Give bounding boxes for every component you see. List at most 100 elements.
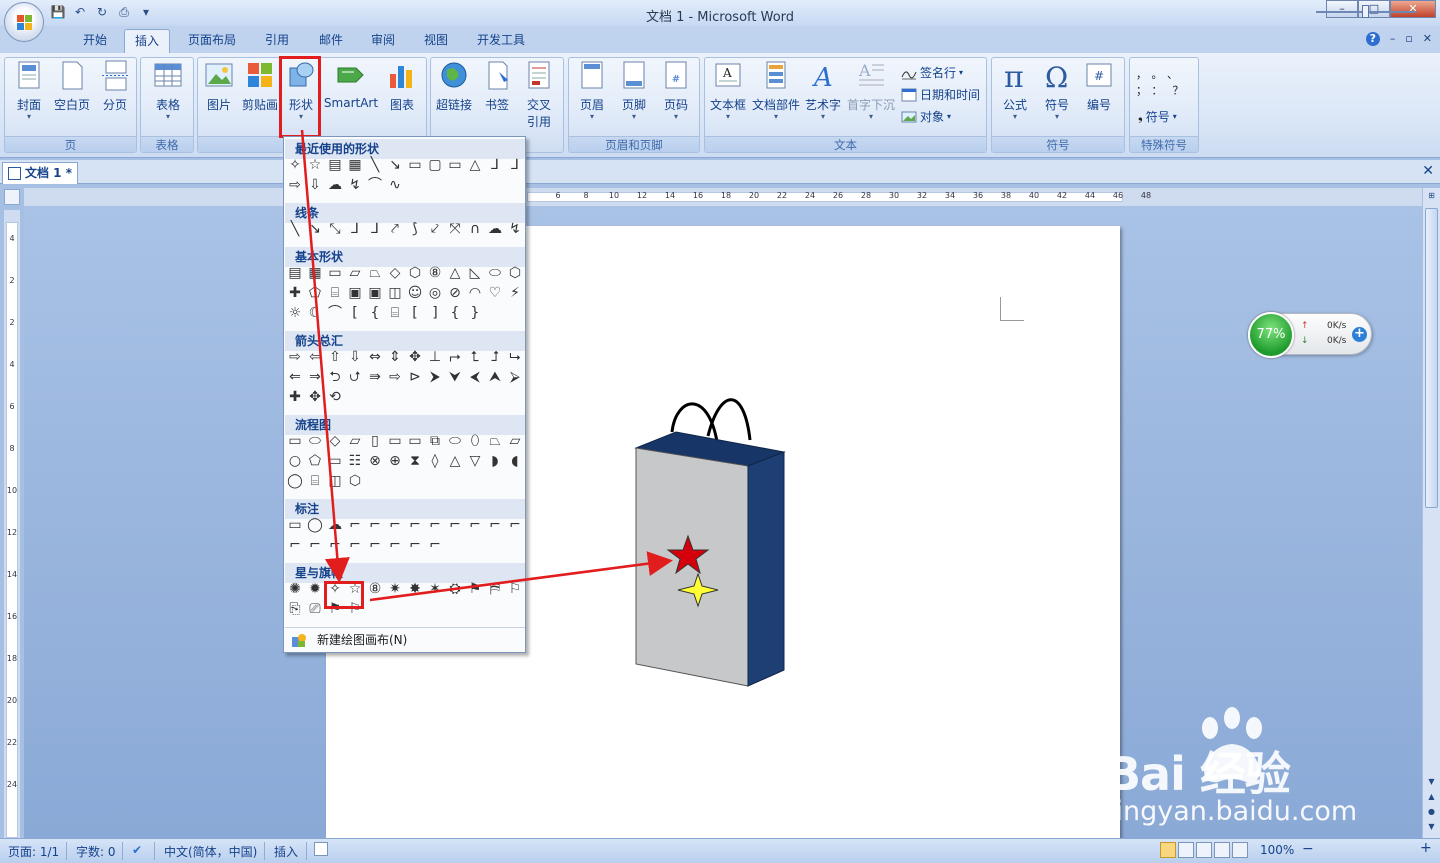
tab-page-layout[interactable]: 页面布局	[180, 29, 244, 53]
shape-option[interactable]: ▦	[346, 156, 364, 174]
shape-option[interactable]: ⌐	[426, 536, 444, 554]
shape-option[interactable]: ⌐	[306, 536, 324, 554]
shape-option[interactable]: ◫	[326, 472, 344, 490]
shape-option[interactable]: ▯	[366, 432, 384, 450]
shape-option[interactable]: ⌐	[406, 516, 424, 534]
shape-option[interactable]: }	[466, 304, 484, 322]
shopping-bag-drawing[interactable]	[626, 396, 796, 696]
shape-option[interactable]: ☁	[486, 220, 504, 238]
shape-option[interactable]: ◯	[306, 516, 324, 534]
shape-option[interactable]: ⑧	[426, 264, 444, 282]
shape-option[interactable]: ◖	[506, 452, 524, 470]
word-count[interactable]: 字数: 0	[76, 843, 116, 860]
blank-page-button[interactable]: 空白页	[51, 60, 93, 113]
shape-option[interactable]: [	[406, 304, 424, 322]
shape-option[interactable]: ✸	[406, 580, 424, 598]
header-button[interactable]: 页眉 ▾	[571, 60, 613, 121]
shape-option[interactable]: ▭	[406, 432, 424, 450]
bookmark-button[interactable]: 书签	[477, 60, 517, 113]
scroll-down-icon[interactable]: ▼	[1425, 776, 1438, 789]
shape-option[interactable]: ☁	[326, 516, 344, 534]
shape-option[interactable]: ▭	[326, 452, 344, 470]
shape-option[interactable]: ⌐	[486, 516, 504, 534]
shape-option[interactable]: ▤	[286, 264, 304, 282]
zoom-out-button[interactable]: −	[1302, 841, 1314, 857]
shape-option[interactable]: ▢	[426, 156, 444, 174]
shape-option[interactable]: ⌐	[426, 516, 444, 534]
shape-option[interactable]: ⊥	[426, 348, 444, 366]
shape-option[interactable]: ⇛	[366, 368, 384, 386]
shape-option[interactable]: ⛭	[446, 580, 464, 598]
shape-option[interactable]: ⬭	[306, 432, 324, 450]
shape-option[interactable]: ⇦	[306, 348, 324, 366]
shape-option[interactable]: ⌐	[326, 536, 344, 554]
shape-option[interactable]: {	[366, 304, 384, 322]
language-indicator[interactable]: 中文(简体，中国)	[164, 843, 257, 860]
shape-option[interactable]: ⬭	[486, 264, 504, 282]
tab-selector[interactable]	[4, 189, 20, 205]
shape-option[interactable]: ⚑	[466, 580, 484, 598]
shape-option[interactable]: ⌸	[326, 284, 344, 302]
shape-option[interactable]: ⮍	[346, 368, 364, 386]
insert-mode[interactable]: 插入	[274, 843, 298, 860]
shape-option[interactable]: ⤦	[426, 220, 444, 238]
expand-plus-icon[interactable]: +	[1352, 327, 1367, 342]
close-button[interactable]: ✕	[1390, 0, 1436, 18]
document-tab[interactable]: 文档 1 *	[2, 162, 78, 184]
shape-option[interactable]: ]	[426, 304, 444, 322]
help-icon[interactable]: ?	[1365, 32, 1380, 46]
shape-option[interactable]: ⮌	[326, 368, 344, 386]
shape-option[interactable]: ⊘	[446, 284, 464, 302]
shape-option[interactable]: ⌐	[406, 536, 424, 554]
shape-option[interactable]: ⌐	[386, 536, 404, 554]
shape-option[interactable]: ⮚	[506, 368, 524, 386]
shape-option[interactable]: ⊗	[366, 452, 384, 470]
print-layout-view-icon[interactable]	[1160, 842, 1176, 858]
shape-option[interactable]: ⬠	[306, 284, 324, 302]
zoom-level[interactable]: 100%	[1260, 843, 1294, 857]
shape-option[interactable]: ◇	[326, 432, 344, 450]
shape-option[interactable]: ▭	[446, 156, 464, 174]
shape-option[interactable]: ◇	[386, 264, 404, 282]
new-drawing-canvas-item[interactable]: 新建绘图画布(N)	[285, 627, 525, 651]
picture-button[interactable]: 图片	[200, 60, 238, 113]
tab-insert[interactable]: 插入	[124, 29, 170, 53]
shape-option[interactable]: ⧗	[406, 452, 424, 470]
doc-close-button[interactable]: ✕	[1423, 32, 1432, 46]
proofing-check-icon[interactable]: ✔	[132, 843, 142, 857]
minimize-button[interactable]: –	[1326, 0, 1358, 18]
zoom-slider-thumb[interactable]	[1362, 5, 1369, 18]
hyperlink-button[interactable]: 超链接	[433, 60, 475, 113]
quick-parts-button[interactable]: 文档部件 ▾	[751, 60, 801, 121]
shape-option[interactable]: ✚	[286, 388, 304, 406]
shape-option[interactable]: ⮟	[446, 368, 464, 386]
shape-option[interactable]: ⌐	[446, 516, 464, 534]
tab-mailings[interactable]: 邮件	[308, 29, 354, 53]
shape-option[interactable]: ⅃	[506, 156, 524, 174]
tab-developer[interactable]: 开发工具	[468, 29, 534, 53]
shape-option[interactable]: ⮞	[426, 368, 444, 386]
shape-option[interactable]: ⟆	[406, 220, 424, 238]
special-symbol-button[interactable]: ❟ 符号 ▾	[1138, 108, 1177, 125]
shape-option[interactable]: ⇩	[306, 176, 324, 194]
network-speed-widget[interactable]: 77% ↑ ↓ 0K/s 0K/s +	[1248, 312, 1372, 358]
web-layout-view-icon[interactable]	[1196, 842, 1212, 858]
shape-option[interactable]: {	[446, 304, 464, 322]
vertical-scrollbar[interactable]: ⊞ ▼ ▲ ● ▼	[1422, 188, 1440, 838]
shape-option[interactable]: ⅃	[346, 220, 364, 238]
punctuation-grid[interactable]: ，。、；：？	[1136, 66, 1196, 98]
shape-option[interactable]: ⬡	[346, 472, 364, 490]
shape-option[interactable]: ▱	[346, 432, 364, 450]
cross-reference-button[interactable]: 交叉 引用	[519, 60, 559, 130]
shape-option[interactable]: ⚡	[506, 284, 524, 302]
shape-option[interactable]: ◺	[466, 264, 484, 282]
shape-option[interactable]: ⎘	[286, 600, 304, 618]
shape-option[interactable]: ⌐	[386, 516, 404, 534]
shape-option[interactable]: ⧉	[426, 432, 444, 450]
tab-home[interactable]: 开始	[72, 29, 118, 53]
shape-option[interactable]: ⬡	[406, 264, 424, 282]
shape-option[interactable]: ↘	[386, 156, 404, 174]
next-page-icon[interactable]: ▼	[1425, 821, 1438, 834]
full-screen-reading-view-icon[interactable]	[1178, 842, 1194, 858]
shape-option[interactable]: ↘	[306, 220, 324, 238]
